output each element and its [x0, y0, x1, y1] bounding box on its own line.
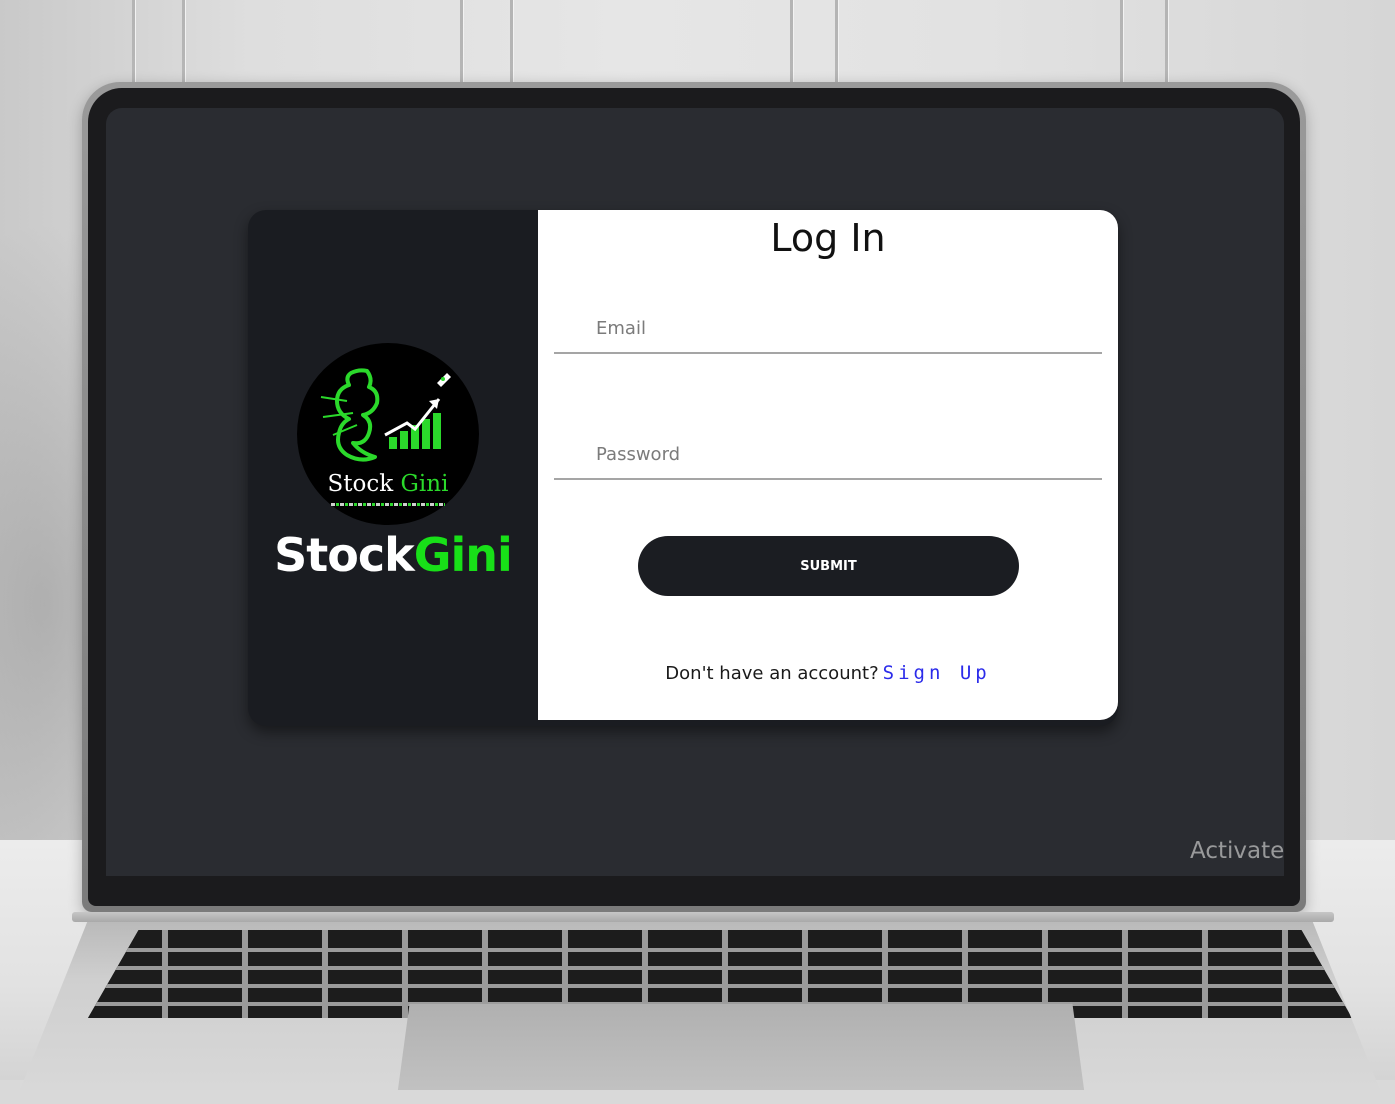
- keyboard-row-gap: [88, 948, 1352, 952]
- login-card: Stock Gini StockGini Log In SUBMIT Don't…: [248, 210, 1118, 726]
- laptop-hinge: [72, 912, 1334, 922]
- trackpad: [396, 1002, 1086, 1090]
- genie-chart-icon: [320, 368, 451, 462]
- logo-tagline: [331, 503, 445, 506]
- logo-wordmark: Stock Gini: [327, 471, 449, 497]
- login-form: Log In SUBMIT Don't have an account?Sign…: [538, 210, 1118, 720]
- brand-panel: Stock Gini StockGini: [248, 210, 538, 726]
- page-title: Log In: [770, 216, 886, 260]
- keyboard-row-gap: [88, 966, 1352, 970]
- laptop-deck: [20, 920, 1380, 1090]
- signup-prompt-row: Don't have an account? Sign Up: [538, 662, 1118, 684]
- keyboard-row-gap: [88, 984, 1352, 988]
- submit-button[interactable]: SUBMIT: [638, 536, 1019, 596]
- laptop-base: [0, 912, 1395, 1090]
- brand-name-stock: Stock: [274, 528, 415, 582]
- email-field[interactable]: [554, 304, 1102, 354]
- brand-name: StockGini: [248, 528, 538, 582]
- signup-prompt: Don't have an account?: [665, 663, 879, 684]
- stockgini-logo: Stock Gini: [297, 343, 479, 525]
- brand-name-gini: Gini: [413, 528, 513, 582]
- laptop-screen: Stock Gini StockGini Log In SUBMIT Don't…: [106, 108, 1284, 876]
- sign-up-link[interactable]: Sign Up: [883, 662, 991, 684]
- activate-windows-watermark: Activate: [1190, 838, 1284, 864]
- password-field[interactable]: [554, 430, 1102, 480]
